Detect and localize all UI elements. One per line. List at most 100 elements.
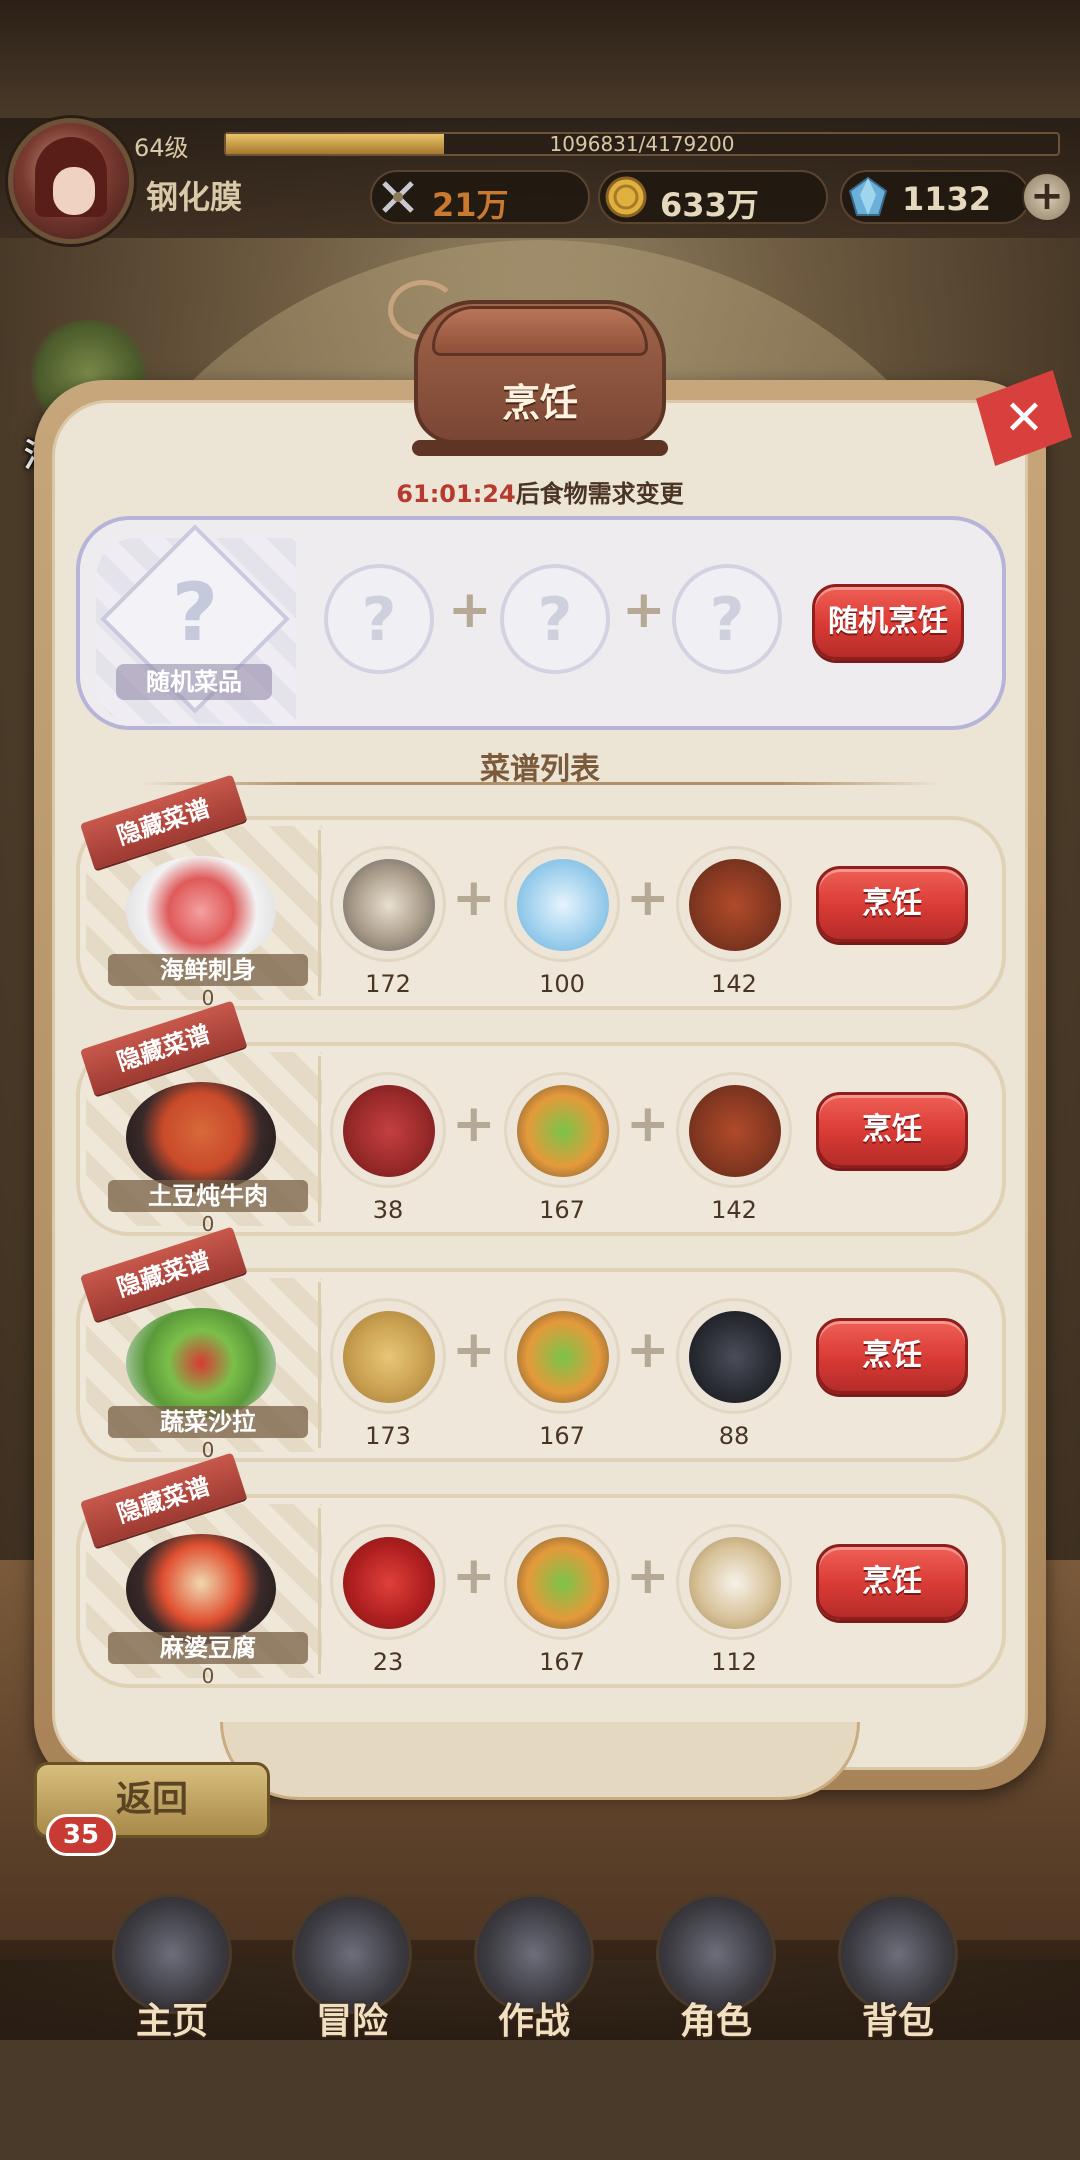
ingredient-count: 167	[539, 1196, 585, 1224]
ingredient-slot[interactable]	[330, 1524, 446, 1640]
dish-image	[126, 856, 276, 966]
potato-icon	[343, 1311, 435, 1403]
plus-icon: +	[626, 868, 670, 928]
dish-image	[126, 1082, 276, 1192]
random-ingredient-slot-1: ?	[324, 564, 434, 674]
ingredient-count: 23	[372, 1648, 404, 1676]
plus-icon: +	[448, 580, 492, 640]
recipe-divider	[318, 1282, 321, 1448]
plus-icon: +	[452, 1546, 496, 1606]
gem-value: 1132	[902, 180, 992, 218]
ingredient-slot[interactable]	[504, 1072, 620, 1188]
nav-item[interactable]: 作战	[454, 1894, 614, 2042]
gold-stat: 633万	[598, 170, 828, 224]
seafood-icon	[343, 859, 435, 951]
gem-icon	[848, 176, 888, 216]
ingredient-slot[interactable]	[676, 1072, 792, 1188]
vegetables-icon	[517, 1311, 609, 1403]
section-divider	[140, 782, 940, 785]
bottom-strip	[0, 2040, 1080, 2160]
player-avatar[interactable]	[8, 118, 134, 244]
crossed-swords-icon	[382, 181, 414, 213]
cook-button[interactable]: 烹饪	[816, 1544, 968, 1620]
cook-button[interactable]: 烹饪	[816, 1092, 968, 1168]
ingredient-count: 112	[711, 1648, 757, 1676]
ingredient-slot[interactable]	[330, 846, 446, 962]
dish-count: 0	[201, 1438, 215, 1462]
random-ingredient-slot-2: ?	[500, 564, 610, 674]
ingredient-slot[interactable]	[676, 1524, 792, 1640]
dish-name: 麻婆豆腐	[108, 1632, 308, 1664]
plus-icon: +	[452, 868, 496, 928]
dish-count: 0	[201, 1664, 215, 1688]
player-level: 64级	[134, 134, 189, 162]
cook-button[interactable]: 烹饪	[816, 1318, 968, 1394]
question-mark-icon: ?	[171, 566, 219, 659]
ingredient-count: 167	[539, 1422, 585, 1450]
dish-count: 0	[201, 986, 215, 1010]
nav-label: 冒险	[315, 2001, 388, 2042]
nav-item[interactable]: 冒险	[272, 1894, 432, 2042]
panel-title: 烹饪	[501, 381, 578, 425]
ingredient-slot[interactable]	[330, 1298, 446, 1414]
recipe-dish-slot[interactable]: 隐藏菜谱 麻婆豆腐 0	[80, 1452, 322, 1688]
nav-label: 角色	[679, 2001, 752, 2042]
recipe-row: 隐藏菜谱 土豆炖牛肉 0 38 167 142 + + 烹饪	[76, 1000, 1006, 1236]
top-banner	[0, 0, 1080, 120]
plus-icon: +	[622, 580, 666, 640]
player-name: 钢化膜	[146, 178, 243, 216]
nav-label: 主页	[135, 2001, 208, 2042]
ingredient-slot[interactable]	[504, 846, 620, 962]
plus-icon: +	[626, 1320, 670, 1380]
dish-name: 土豆炖牛肉	[108, 1180, 308, 1212]
gold-value: 633万	[660, 186, 759, 224]
ice-cube-icon	[517, 859, 609, 951]
recipe-dish-slot[interactable]: 隐藏菜谱 土豆炖牛肉 0	[80, 1000, 322, 1236]
recipe-dish-slot[interactable]: 隐藏菜谱 蔬菜沙拉 0	[80, 1226, 322, 1462]
xp-text: 1096831/4179200	[549, 132, 735, 156]
random-cook-button[interactable]: 随机烹饪	[812, 584, 964, 660]
panel-bottom-ornament	[220, 1722, 860, 1800]
nav-item[interactable]: 背包	[818, 1894, 978, 2042]
ingredient-slot[interactable]	[676, 1298, 792, 1414]
random-dish-label: 随机菜品	[116, 664, 272, 700]
nav-label: 背包	[861, 2001, 934, 2042]
gem-stat: 1132	[840, 170, 1030, 224]
recipe-row: 隐藏菜谱 海鲜刺身 0 172 100 142 + + 烹饪	[76, 774, 1006, 1010]
nav-label: 作战	[497, 2001, 570, 2042]
recipe-divider	[318, 830, 321, 996]
chili-pepper-icon	[343, 1537, 435, 1629]
plus-icon: +	[626, 1094, 670, 1154]
chat-badge[interactable]: 35	[46, 1814, 116, 1856]
dish-name: 海鲜刺身	[108, 954, 308, 986]
black-fungus-icon	[689, 1311, 781, 1403]
xp-bar: 1096831/4179200	[224, 132, 1060, 156]
beef-icon	[343, 1085, 435, 1177]
cook-button[interactable]: 烹饪	[816, 866, 968, 942]
ingredient-slot[interactable]	[330, 1072, 446, 1188]
power-value: 21万	[432, 186, 509, 224]
plus-icon: +	[452, 1320, 496, 1380]
ingredient-slot[interactable]	[504, 1298, 620, 1414]
nav-item[interactable]: 角色	[636, 1894, 796, 2042]
recipe-dish-slot[interactable]: 隐藏菜谱 海鲜刺身 0	[80, 774, 322, 1010]
add-gems-button[interactable]: +	[1022, 172, 1072, 222]
dish-image	[126, 1534, 276, 1644]
pot-lid	[432, 306, 648, 356]
spice-icon	[689, 1085, 781, 1177]
countdown-suffix: 后食物需求变更	[515, 480, 684, 508]
ingredient-count: 142	[711, 970, 757, 998]
spice-icon	[689, 859, 781, 951]
ingredient-count: 88	[718, 1422, 750, 1450]
nav-item[interactable]: 主页	[92, 1894, 252, 2042]
dish-image	[126, 1308, 276, 1418]
recipe-row: 隐藏菜谱 麻婆豆腐 0 23 167 112 + + 烹饪	[76, 1452, 1006, 1688]
recipe-divider	[318, 1508, 321, 1674]
vegetables-icon	[517, 1085, 609, 1177]
dish-count: 0	[201, 1212, 215, 1236]
ingredient-slot[interactable]	[504, 1524, 620, 1640]
gold-coin-icon	[605, 176, 647, 218]
ingredient-slot[interactable]	[676, 846, 792, 962]
recipe-row: 隐藏菜谱 蔬菜沙拉 0 173 167 88 + + 烹饪	[76, 1226, 1006, 1462]
plus-icon: +	[626, 1546, 670, 1606]
